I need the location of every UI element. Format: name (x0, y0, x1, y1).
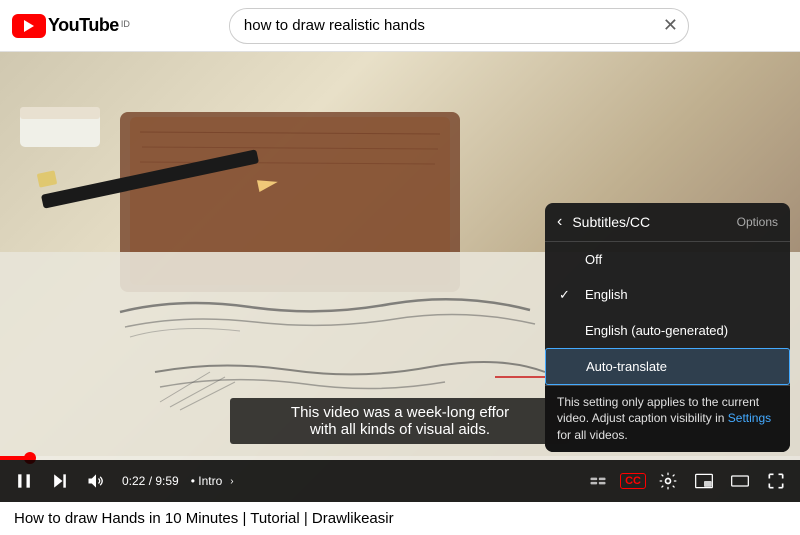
video-title-bar: How to draw Hands in 10 Minutes | Tutori… (0, 502, 800, 535)
subtitle-off-label: Off (585, 252, 776, 267)
right-controls: CC (584, 467, 790, 495)
miniplayer-icon (694, 471, 714, 491)
subtitle-english-auto-label: English (auto-generated) (585, 323, 776, 338)
subtitle-option-off[interactable]: Off (545, 242, 790, 277)
tooltip-end: for all videos. (557, 428, 628, 442)
panel-title: Subtitles/CC (572, 214, 730, 230)
subtitle-option-auto-translate[interactable]: Auto-translate (545, 348, 790, 385)
miniplayer-button[interactable] (690, 467, 718, 495)
volume-button[interactable] (82, 467, 110, 495)
panel-header: ‹ Subtitles/CC Options (545, 203, 790, 242)
check-english-auto-icon (559, 323, 575, 338)
caption-line2: with all kinds of visual aids. (310, 421, 490, 438)
settings-button[interactable] (654, 467, 682, 495)
tooltip-settings-link[interactable]: Settings (728, 411, 771, 425)
theater-icon (730, 471, 750, 491)
next-button[interactable] (46, 467, 74, 495)
panel-options-button[interactable]: Options (737, 215, 778, 229)
caption-line1: This video was a week-long effor (291, 404, 509, 421)
volume-icon (86, 471, 106, 491)
subtitle-english-label: English (585, 287, 776, 302)
skip-icon (50, 471, 70, 491)
pause-icon (14, 471, 34, 491)
check-auto-translate-icon (560, 359, 576, 374)
youtube-wordmark: YouTube (48, 15, 119, 36)
youtube-logo[interactable]: YouTubeID (12, 14, 130, 38)
time-display: 0:22 / 9:59 (122, 474, 179, 488)
search-clear-button[interactable]: ✕ (653, 15, 688, 36)
youtube-superscript: ID (121, 19, 130, 29)
video-container[interactable]: This video was a week-long effor with al… (0, 52, 800, 502)
play-pause-button[interactable] (10, 467, 38, 495)
video-caption: This video was a week-long effor with al… (230, 398, 570, 444)
subtitles-panel: ‹ Subtitles/CC Options Off ✓ English Eng… (545, 203, 790, 452)
panel-back-button[interactable]: ‹ (557, 213, 566, 231)
subtitles-toggle[interactable] (584, 467, 612, 495)
video-title: How to draw Hands in 10 Minutes | Tutori… (14, 510, 394, 527)
fullscreen-icon (766, 471, 786, 491)
subtitle-auto-translate-label: Auto-translate (586, 359, 775, 374)
video-controls: 0:22 / 9:59 • Intro › CC (0, 460, 800, 502)
fullscreen-button[interactable] (762, 467, 790, 495)
theater-button[interactable] (726, 467, 754, 495)
tooltip-box: This setting only applies to the current… (545, 385, 790, 452)
subtitle-option-english[interactable]: ✓ English (545, 277, 790, 313)
check-off-icon (559, 252, 575, 267)
captions-button[interactable]: CC (620, 473, 646, 489)
subtitles-bars-icon (588, 471, 608, 491)
search-bar: ✕ (229, 8, 689, 44)
chapter-label: • Intro (191, 474, 223, 488)
search-input[interactable] (230, 17, 653, 34)
youtube-logo-icon (12, 14, 46, 38)
subtitle-option-english-auto[interactable]: English (auto-generated) (545, 313, 790, 348)
chapter-chevron-icon[interactable]: › (230, 476, 233, 487)
header: YouTubeID ✕ (0, 0, 800, 52)
check-english-icon: ✓ (559, 287, 575, 303)
settings-icon (658, 471, 678, 491)
